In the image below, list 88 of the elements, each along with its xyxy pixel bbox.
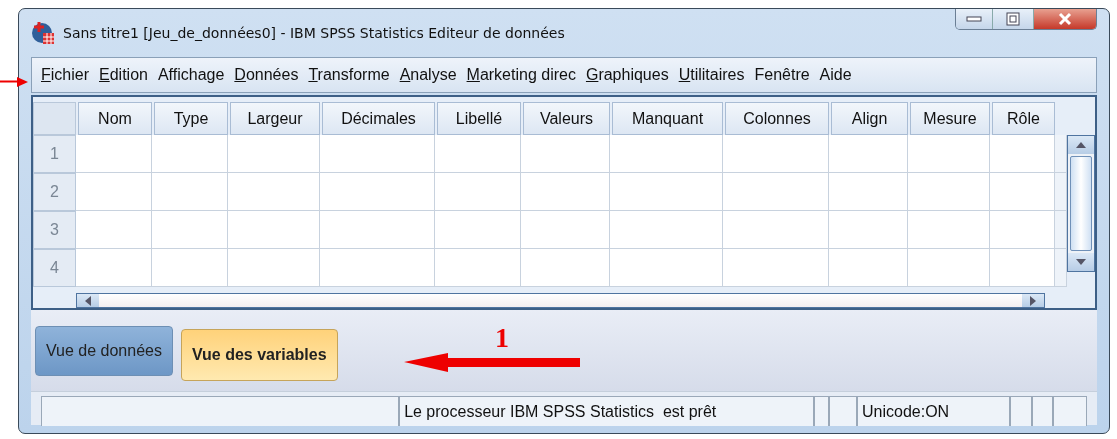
grid-cell[interactable] [435,211,521,249]
column-header[interactable]: Manquant [612,102,723,135]
grid-filler [1055,249,1067,287]
maximize-icon [1006,12,1020,26]
grid-cell[interactable] [76,249,152,287]
grid-cell[interactable] [228,249,320,287]
grid-cell[interactable] [908,249,990,287]
menu-item[interactable]: Marketing direc [461,66,581,84]
column-header[interactable]: Valeurs [523,102,610,135]
column-header[interactable]: Rôle [992,102,1055,135]
grid-cell[interactable] [610,173,723,211]
pointer-arrow [0,77,28,87]
maximize-button[interactable] [992,9,1033,29]
grid-cell[interactable] [829,249,908,287]
column-header[interactable]: Mesure [910,102,990,135]
menu-item[interactable]: Données [229,66,304,84]
grid-cell[interactable] [723,135,829,173]
annotation-number: 1 [495,322,509,354]
menu-item[interactable]: Fichier [36,66,94,84]
app-icon [31,21,55,45]
vertical-scrollbar[interactable] [1067,135,1095,272]
column-header[interactable]: Type [154,102,228,135]
grid-cell[interactable] [990,249,1055,287]
grid-cell[interactable] [152,135,228,173]
column-header[interactable]: Nom [78,102,152,135]
grid-cell[interactable] [723,173,829,211]
grid-cell[interactable] [908,211,990,249]
grid-cell[interactable] [320,135,435,173]
grid-cell[interactable] [320,249,435,287]
grid-cell[interactable] [435,173,521,211]
grid-cell[interactable] [990,173,1055,211]
grid-filler [1055,173,1067,211]
grid-cell[interactable] [152,173,228,211]
status-message: Le processeur IBM SPSS Statistics est prêt [399,396,814,426]
grid-cell[interactable] [610,249,723,287]
grid-cell[interactable] [990,211,1055,249]
encoding-status: Unicode:ON [857,396,1010,426]
grid-cell[interactable] [829,211,908,249]
grid-filler [1055,211,1067,249]
menu-item[interactable]: Fenêtre [749,66,815,84]
grid-cell[interactable] [521,173,610,211]
corner-cell[interactable] [33,102,76,135]
grid-cell[interactable] [990,135,1055,173]
column-header[interactable]: Largeur [230,102,320,135]
grid-cell[interactable] [152,211,228,249]
menu-item[interactable]: Affichage [152,66,230,84]
column-header[interactable]: Colonnes [725,102,829,135]
grid-cell[interactable] [228,135,320,173]
minimize-button[interactable] [956,9,992,29]
grid-cell[interactable] [76,135,152,173]
grid-cell[interactable] [76,173,152,211]
grid-cell[interactable] [320,173,435,211]
grid-cell[interactable] [723,249,829,287]
grid-cell[interactable] [610,135,723,173]
view-tab[interactable]: Vue de données [35,325,173,376]
grid-cell[interactable] [829,173,908,211]
grid-cell[interactable] [435,135,521,173]
view-tab[interactable]: Vue des variables [180,328,338,381]
grid-cell[interactable] [152,249,228,287]
grid-cell[interactable] [521,211,610,249]
grid-cell[interactable] [320,211,435,249]
grid-cell[interactable] [521,249,610,287]
minimize-icon [966,15,982,23]
grid-filler [1055,135,1067,173]
grid-cell[interactable] [228,211,320,249]
grid-cell[interactable] [829,135,908,173]
close-button[interactable] [1033,9,1096,29]
column-header[interactable]: Décimales [322,102,435,135]
grid-cell[interactable] [435,249,521,287]
horizontal-scrollbar[interactable] [76,293,1045,308]
menu-item[interactable]: Analyse [394,66,462,84]
column-header[interactable]: Align [831,102,908,135]
menu-item[interactable]: Transforme [303,66,395,84]
window-title: Sans titre1 [Jeu_de_données0] - IBM SPSS Statistics Editeur de données [63,25,565,41]
column-header[interactable]: Libellé [437,102,521,135]
grid-cell[interactable] [723,211,829,249]
grid-cell[interactable] [610,211,723,249]
grid-cell[interactable] [228,173,320,211]
grid-cell[interactable] [908,135,990,173]
menu-item[interactable]: Graphiques [580,66,674,84]
menu-item[interactable]: Utilitaires [673,66,750,84]
close-icon [1057,12,1073,26]
scroll-thumb[interactable] [1070,156,1092,251]
grid-cell[interactable] [76,211,152,249]
grid-cell[interactable] [908,173,990,211]
menu-item[interactable]: Aide [814,66,857,84]
grid-cell[interactable] [521,135,610,173]
menu-item[interactable]: Edition [94,66,153,84]
